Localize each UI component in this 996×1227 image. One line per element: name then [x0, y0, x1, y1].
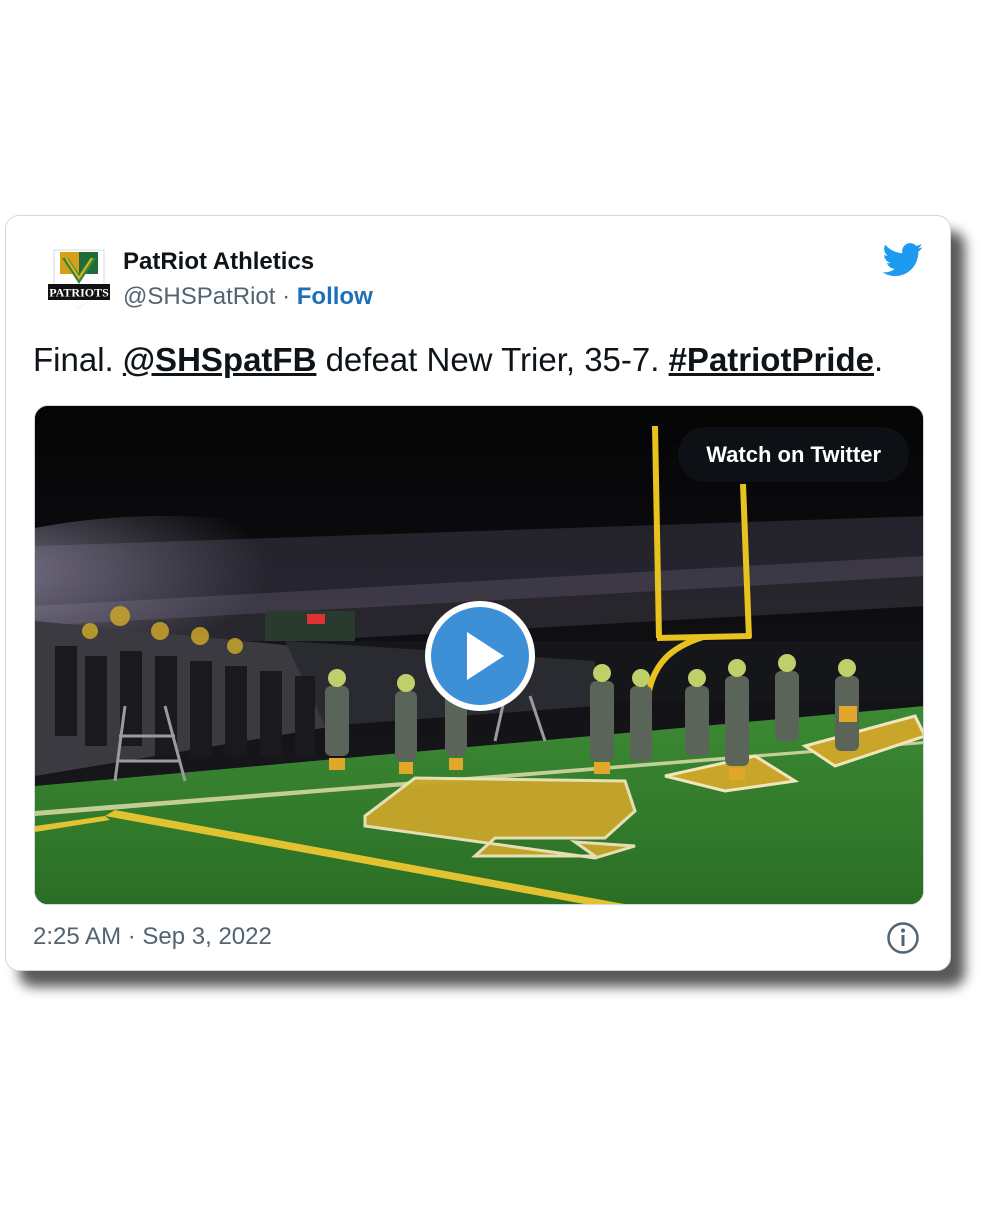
- tweet-text-middle: defeat New Trier, 35-7.: [316, 341, 669, 378]
- author-block: PatRiot Athletics @SHSPatRiot · Follow: [123, 248, 373, 311]
- author-subline: @SHSPatRiot · Follow: [123, 283, 373, 311]
- handle-separator: ·: [282, 283, 291, 310]
- author-name[interactable]: PatRiot Athletics: [123, 248, 373, 276]
- watch-on-twitter-button[interactable]: Watch on Twitter: [678, 427, 909, 482]
- follow-button[interactable]: Follow: [297, 283, 373, 310]
- tweet-text-prefix: Final.: [33, 341, 123, 378]
- author-handle[interactable]: @SHSPatRiot: [123, 283, 275, 310]
- hashtag-link[interactable]: #PatriotPride: [669, 341, 874, 378]
- patriots-logo-icon: PATRIOTS: [48, 249, 110, 309]
- play-icon[interactable]: [422, 598, 538, 714]
- tweet-card: PATRIOTS PatRiot Athletics @SHSPatRiot ·…: [5, 215, 951, 971]
- tweet-time: 2:25 AM: [33, 923, 122, 950]
- avatar[interactable]: PATRIOTS: [46, 244, 112, 312]
- time-separator: ·: [127, 923, 136, 950]
- mention-link[interactable]: @SHSpatFB: [123, 341, 317, 378]
- video-player[interactable]: Watch on Twitter: [34, 405, 924, 905]
- twitter-bird-icon[interactable]: [882, 243, 924, 277]
- tweet-text-suffix: .: [873, 341, 884, 378]
- tweet-timestamp[interactable]: 2:25 AM · Sep 3, 2022: [33, 921, 272, 953]
- tweet-date: Sep 3, 2022: [142, 923, 272, 950]
- info-icon[interactable]: [886, 921, 920, 955]
- tweet-text: Final. @SHSpatFB defeat New Trier, 35-7.…: [33, 340, 883, 380]
- avatar-text: PATRIOTS: [49, 286, 109, 300]
